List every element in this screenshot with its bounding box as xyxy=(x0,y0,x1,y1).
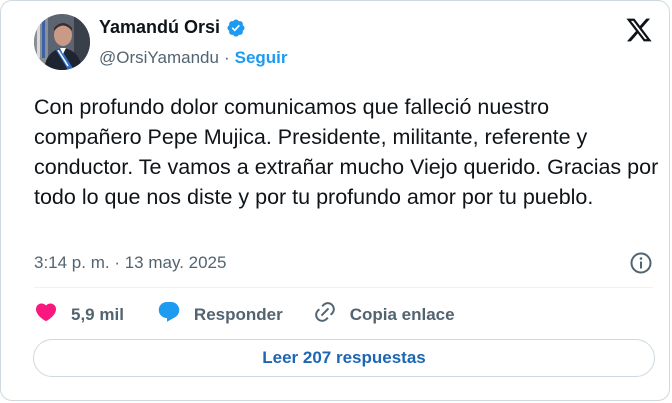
x-logo-icon[interactable] xyxy=(625,16,653,44)
author-handle[interactable]: @OrsiYamandu xyxy=(99,48,219,68)
copy-link-label: Copia enlace xyxy=(349,304,455,324)
author-handle-row: @OrsiYamandu · Seguir xyxy=(99,48,288,68)
tweet-actions: 5,9 mil Responder Copia enlace xyxy=(34,300,455,329)
tweet-card: Yamandú Orsi @OrsiYamandu · Seguir Con p… xyxy=(0,0,670,401)
tweet-text: Con profundo dolor comunicamos que falle… xyxy=(34,95,659,209)
copy-link-button[interactable]: Copia enlace xyxy=(313,300,455,329)
tweet-timestamp[interactable]: 3:14 p. m. · 13 may. 2025 xyxy=(34,253,226,273)
heart-icon xyxy=(34,300,58,329)
avatar[interactable] xyxy=(34,14,90,70)
reply-bubble-icon xyxy=(157,300,181,329)
author-name-row: Yamandú Orsi xyxy=(99,17,246,38)
follow-button[interactable]: Seguir xyxy=(235,48,288,68)
verified-badge-icon xyxy=(226,18,246,38)
author-name[interactable]: Yamandú Orsi xyxy=(99,17,220,38)
handle-separator: · xyxy=(223,48,230,67)
like-count: 5,9 mil xyxy=(71,304,124,324)
divider xyxy=(34,287,653,288)
reply-button[interactable]: Responder xyxy=(157,300,283,329)
read-replies-button[interactable]: Leer 207 respuestas xyxy=(33,339,655,377)
link-icon xyxy=(313,300,337,329)
info-icon[interactable] xyxy=(629,251,653,275)
like-button[interactable]: 5,9 mil xyxy=(34,300,124,329)
read-replies-label: Leer 207 respuestas xyxy=(262,348,426,367)
reply-label: Responder xyxy=(193,304,283,324)
